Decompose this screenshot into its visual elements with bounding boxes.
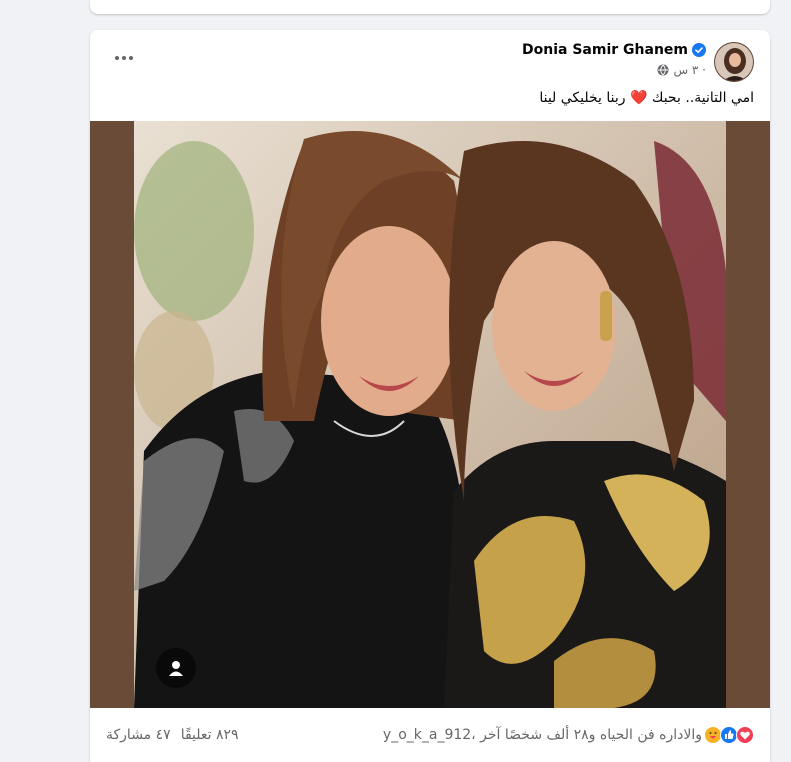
reactions-text: y_o_k_a_912، والاداره فن الحياه و٢٨ ألف … xyxy=(382,727,702,743)
post-photo[interactable] xyxy=(90,121,770,708)
post-timestamp[interactable]: ٣ س · xyxy=(673,63,706,77)
post-footer: ٨٢٩ تعليقًا ٤٧ مشاركة y_o_k_a_912، والاد… xyxy=(90,708,770,762)
photo-two-women xyxy=(134,121,726,708)
heart-emoji: ❤️ xyxy=(630,90,648,106)
love-icon xyxy=(736,726,754,744)
post-card: Donia Samir Ghanem ٣ س · امي التانية.. ب… xyxy=(90,30,770,762)
shares-count[interactable]: ٤٧ مشاركة xyxy=(106,727,171,743)
reactions-summary[interactable]: y_o_k_a_912، والاداره فن الحياه و٢٨ ألف … xyxy=(383,726,754,744)
tag-people-button[interactable] xyxy=(156,648,196,688)
post-meta: ٣ س · xyxy=(657,63,706,77)
author-row: Donia Samir Ghanem xyxy=(522,42,706,58)
previous-post-card xyxy=(90,0,770,14)
engagement-counts: ٨٢٩ تعليقًا ٤٧ مشاركة xyxy=(106,727,239,743)
post-header: Donia Samir Ghanem ٣ س · xyxy=(90,30,770,82)
person-tag-icon xyxy=(169,661,183,676)
post-caption: امي التانية.. بحبك ❤️ ربنا يخليكي لينا xyxy=(539,90,754,106)
author-avatar[interactable] xyxy=(714,42,754,82)
comments-count[interactable]: ٨٢٩ تعليقًا xyxy=(181,727,239,743)
author-name[interactable]: Donia Samir Ghanem xyxy=(522,42,688,58)
globe-icon[interactable] xyxy=(657,64,669,76)
more-options-icon[interactable] xyxy=(110,48,138,68)
verified-badge-icon xyxy=(692,43,706,57)
reaction-icons xyxy=(704,726,754,744)
